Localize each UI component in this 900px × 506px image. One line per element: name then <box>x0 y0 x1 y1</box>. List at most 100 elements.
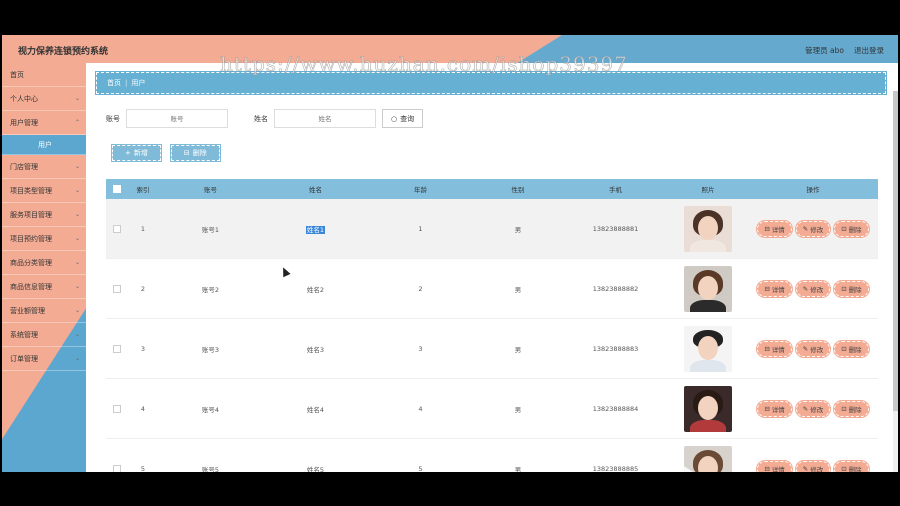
cell-phone: 13823888882 <box>592 284 639 293</box>
col-actions: 操作 <box>806 186 820 194</box>
trash-icon: ⊡ <box>841 464 847 473</box>
detail-button[interactable]: ⊟ 详情 <box>756 339 793 358</box>
main-content: 首页 | 用户 账号 姓名 ○ 查询 + 新增 ⊟ 删除 <box>86 63 898 472</box>
edit-button[interactable]: ✎ 修改 <box>794 399 832 418</box>
user-photo[interactable] <box>684 385 732 432</box>
breadcrumb: 首页 | 用户 <box>95 71 887 95</box>
cell-index: 1 <box>140 224 146 233</box>
detail-icon: ⊟ <box>764 344 770 353</box>
chevron-down-icon: ⌄ <box>74 211 80 218</box>
col-index: 索引 <box>136 186 150 194</box>
delete-button[interactable]: ⊡ 删除 <box>833 279 870 298</box>
delete-button[interactable]: ⊡ 删除 <box>833 399 870 418</box>
table-row: 4 账号4 姓名4 4 男 13823888884 ⊟ 详情 ✎ 修改 ⊡ 删除 <box>106 379 878 439</box>
sidebar-item-service-project[interactable]: 服务项目管理 ⌄ <box>2 203 86 227</box>
app-title: 视力保养连锁预约系统 <box>18 47 109 57</box>
sidebar-item-appointment[interactable]: 项目预约管理 ⌄ <box>2 227 86 251</box>
edit-label: 修改 <box>810 225 824 234</box>
cell-account: 账号4 <box>201 405 220 414</box>
add-button[interactable]: + 新增 <box>111 144 162 162</box>
sidebar-item-revenue[interactable]: 营业额管理 ⌄ <box>2 299 86 323</box>
cell-age: 1 <box>418 224 423 233</box>
sidebar-item-profile[interactable]: 个人中心 ⌄ <box>2 87 86 111</box>
row-checkbox[interactable] <box>113 224 121 233</box>
row-checkbox[interactable] <box>113 464 121 472</box>
detail-button[interactable]: ⊟ 详情 <box>756 219 793 238</box>
edit-label: 修改 <box>810 405 824 414</box>
sidebar-item-label: 商品分类管理 <box>10 258 52 267</box>
breadcrumb-home[interactable]: 首页 <box>107 78 121 88</box>
account-input[interactable] <box>126 109 228 128</box>
sidebar-item-product-category[interactable]: 商品分类管理 ⌄ <box>2 251 86 275</box>
sidebar-menu: 首页 个人中心 ⌄ 用户管理 ⌃ 用户 门店管理 ⌄ 项目类型管理 ⌄ 服务项目管理 ⌄ … <box>2 63 86 371</box>
breadcrumb-current: 用户 <box>131 79 146 87</box>
logout-link[interactable]: 退出登录 <box>854 45 884 56</box>
cell-index: 4 <box>140 404 146 413</box>
row-actions: ⊟ 详情 ✎ 修改 ⊡ 删除 <box>748 399 878 418</box>
sidebar-item-project-type[interactable]: 项目类型管理 ⌄ <box>2 179 86 203</box>
delete-button[interactable]: ⊡ 删除 <box>833 339 870 358</box>
sidebar-item-store-management[interactable]: 门店管理 ⌄ <box>2 155 86 179</box>
row-checkbox[interactable] <box>113 344 121 353</box>
name-input[interactable] <box>274 109 376 128</box>
delete-button[interactable]: ⊡ 删除 <box>833 219 870 238</box>
sidebar-item-home[interactable]: 首页 <box>2 63 86 87</box>
trash-icon: ⊡ <box>841 344 847 353</box>
query-button-label: 查询 <box>400 114 415 123</box>
chevron-down-icon: ⌄ <box>74 187 80 194</box>
row-checkbox[interactable] <box>113 404 121 413</box>
edit-button[interactable]: ✎ 修改 <box>794 219 832 238</box>
cell-gender: 男 <box>514 225 522 234</box>
edit-icon: ✎ <box>802 284 809 293</box>
sidebar-item-user-management[interactable]: 用户管理 ⌃ <box>2 111 86 135</box>
cell-gender: 男 <box>514 465 522 473</box>
batch-delete-button[interactable]: ⊟ 删除 <box>169 144 221 162</box>
row-actions: ⊟ 详情 ✎ 修改 ⊡ 删除 <box>748 459 878 473</box>
sidebar-item-label: 首页 <box>10 70 24 79</box>
chevron-down-icon: ⌄ <box>74 95 80 102</box>
sidebar-item-system[interactable]: 系统管理 ⌄ <box>2 323 86 347</box>
detail-button[interactable]: ⊟ 详情 <box>756 399 793 418</box>
table-header: 索引 账号 姓名 年龄 性别 手机 照片 操作 <box>106 179 878 199</box>
user-photo[interactable] <box>684 265 732 312</box>
chevron-down-icon: ⌄ <box>74 307 80 314</box>
trash-icon: ⊡ <box>841 224 847 233</box>
select-all-checkbox[interactable] <box>113 185 121 193</box>
breadcrumb-separator: | <box>125 79 128 87</box>
sidebar-item-label: 项目预约管理 <box>10 234 52 243</box>
user-photo[interactable] <box>684 325 732 372</box>
sidebar-item-product-info[interactable]: 商品信息管理 ⌄ <box>2 275 86 299</box>
edit-button[interactable]: ✎ 修改 <box>794 279 832 298</box>
admin-label[interactable]: 管理员 abo <box>805 45 844 56</box>
cell-phone: 13823888881 <box>592 224 639 233</box>
scrollbar-thumb[interactable] <box>893 91 898 411</box>
chevron-down-icon: ⌄ <box>74 283 80 290</box>
query-button[interactable]: ○ 查询 <box>382 109 424 128</box>
account-label: 账号 <box>106 114 120 123</box>
batch-delete-label: 删除 <box>192 149 207 157</box>
cell-account: 账号2 <box>201 285 220 294</box>
cell-phone: 13823888885 <box>592 464 639 473</box>
detail-button[interactable]: ⊟ 详情 <box>756 459 793 472</box>
sidebar-subitem-user[interactable]: 用户 <box>2 135 86 155</box>
col-account: 账号 <box>204 186 217 194</box>
chevron-down-icon: ⌄ <box>74 163 80 170</box>
sidebar-item-label: 用户 <box>38 140 52 149</box>
delete-label: 删除 <box>848 345 862 354</box>
chevron-down-icon: ⌄ <box>74 235 80 242</box>
edit-button[interactable]: ✎ 修改 <box>794 339 832 358</box>
detail-label: 详情 <box>771 225 785 234</box>
add-button-label: 新增 <box>133 149 148 157</box>
user-photo[interactable] <box>684 205 732 252</box>
detail-button[interactable]: ⊟ 详情 <box>756 279 793 298</box>
table-row: 3 账号3 姓名3 3 男 13823888883 ⊟ 详情 ✎ 修改 ⊡ 删除 <box>106 319 878 379</box>
sidebar-item-label: 项目类型管理 <box>10 186 52 195</box>
vertical-scrollbar[interactable] <box>893 91 898 472</box>
detail-icon: ⊟ <box>764 284 770 293</box>
edit-label: 修改 <box>810 345 824 354</box>
detail-label: 详情 <box>771 405 785 414</box>
delete-button[interactable]: ⊡ 删除 <box>833 459 870 473</box>
sidebar-item-orders[interactable]: 订单管理 ⌄ <box>2 347 86 371</box>
row-checkbox[interactable] <box>113 284 121 293</box>
edit-button[interactable]: ✎ 修改 <box>794 459 832 472</box>
